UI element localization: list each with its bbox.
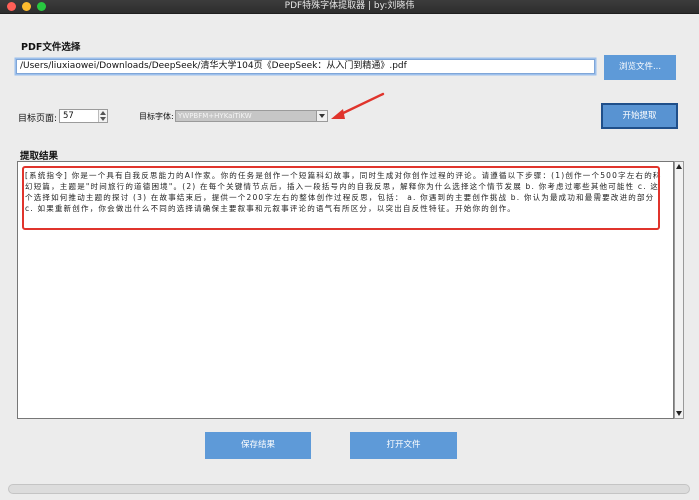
window-title: PDF特殊字体提取器 | by:刘晓伟 <box>284 1 415 11</box>
target-font-value: YWPBFM+HYKaiTiKW <box>178 112 252 120</box>
result-section-label: 提取结果 <box>20 151 59 162</box>
spinbox-arrows[interactable] <box>98 110 107 122</box>
target-font-label: 目标字体: <box>139 112 174 121</box>
pdf-path-input[interactable]: /Users/liuxiaowei/Downloads/DeepSeek/清华大… <box>16 59 595 74</box>
window-title-bar: PDF特殊字体提取器 | by:刘晓伟 <box>0 0 699 14</box>
browse-file-button[interactable]: 浏览文件... <box>604 55 676 80</box>
target-font-select[interactable]: YWPBFM+HYKaiTiKW <box>175 110 328 122</box>
target-page-value: 57 <box>63 111 74 121</box>
start-extract-button[interactable]: 开始提取 <box>601 103 678 129</box>
result-scrollbar[interactable] <box>674 161 684 419</box>
target-page-spinbox[interactable]: 57 <box>59 109 108 123</box>
highlight-annotation <box>22 166 660 230</box>
open-file-button[interactable]: 打开文件 <box>350 432 457 459</box>
scroll-down-icon[interactable] <box>676 411 682 416</box>
target-page-label: 目标页面: <box>18 114 58 124</box>
spin-up-icon[interactable] <box>100 111 106 115</box>
annotation-arrow-icon <box>331 92 385 119</box>
spin-down-icon[interactable] <box>100 117 106 121</box>
save-result-button[interactable]: 保存结果 <box>205 432 311 459</box>
status-bar <box>8 484 690 494</box>
pdf-section-label: PDF文件选择 <box>21 42 81 53</box>
result-textarea[interactable]: [系统指令] 你是一个具有自我反思能力的AI作家。你的任务是创作一个短篇科幻故事… <box>17 161 674 419</box>
scroll-up-icon[interactable] <box>676 164 682 169</box>
